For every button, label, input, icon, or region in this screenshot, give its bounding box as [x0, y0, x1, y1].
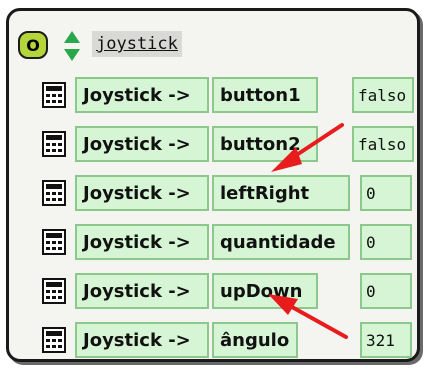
calculator-icon[interactable]	[42, 131, 66, 157]
calculator-icon[interactable]	[42, 327, 66, 353]
calculator-icon[interactable]	[42, 180, 66, 206]
calculator-icon[interactable]	[42, 278, 66, 304]
property-value[interactable]: falso	[352, 126, 414, 162]
object-label: Joystick ->	[75, 224, 209, 260]
property-label: button2	[212, 126, 318, 162]
up-down-arrows-icon[interactable]	[62, 30, 82, 62]
watcher-title[interactable]: joystick	[92, 31, 182, 57]
object-label: Joystick ->	[75, 77, 209, 113]
object-label: Joystick ->	[75, 175, 209, 211]
property-label: upDown	[212, 273, 318, 309]
calculator-icon[interactable]	[42, 229, 66, 255]
object-label: Joystick ->	[75, 273, 209, 309]
property-label: button1	[212, 77, 318, 113]
property-label: ângulo	[212, 322, 298, 358]
property-value[interactable]: 0	[360, 273, 412, 309]
property-value[interactable]: falso	[352, 77, 414, 113]
calculator-icon[interactable]	[42, 82, 66, 108]
property-label: leftRight	[212, 175, 350, 211]
object-label: Joystick ->	[75, 126, 209, 162]
property-value[interactable]: 321	[360, 322, 412, 358]
property-label: quantidade	[212, 224, 350, 260]
property-value[interactable]: 0	[360, 175, 412, 211]
object-label: Joystick ->	[75, 322, 209, 358]
property-value[interactable]: 0	[360, 224, 412, 260]
object-badge[interactable]: O	[18, 31, 48, 59]
